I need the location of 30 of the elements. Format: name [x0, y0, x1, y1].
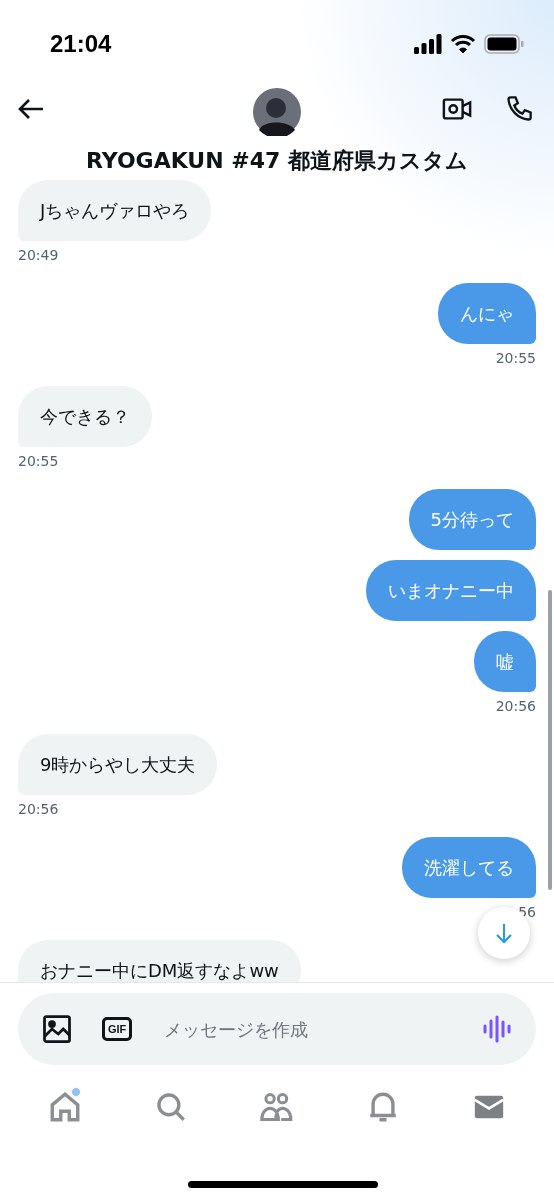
message-bubble: 9時からやし大丈夫 — [18, 734, 218, 795]
message-bubble: Jちゃんヴァロやろ — [18, 180, 212, 241]
message-bubble: おナニー中にDM返すなよww — [18, 940, 301, 982]
gif-button[interactable]: GIF — [102, 1017, 133, 1041]
image-button[interactable] — [42, 1014, 72, 1044]
message-bubble: いまオナニー中 — [366, 560, 536, 621]
people-icon — [259, 1090, 295, 1124]
message-bubble: 5分待って — [408, 489, 536, 550]
message-bubble: 嘘 — [474, 631, 536, 692]
scrollbar[interactable] — [548, 590, 552, 890]
message-bubble: んにゃ — [438, 283, 536, 344]
message-bubble: 今できる？ — [18, 386, 152, 447]
voice-button[interactable] — [482, 1014, 512, 1044]
wifi-icon — [450, 34, 476, 54]
conversation-title: RYOGAKUN #47 都道府県カスタム — [86, 147, 468, 175]
message-time: 20:56 — [18, 801, 59, 817]
message-time: 20:55 — [495, 350, 536, 366]
avatar[interactable] — [253, 88, 301, 136]
phone-button[interactable] — [504, 94, 534, 124]
signal-icon — [414, 34, 442, 54]
status-time: 21:04 — [50, 30, 112, 58]
message-time: 20:55 — [18, 453, 59, 469]
message-bubble: 洗濯してる — [402, 837, 536, 898]
search-icon — [154, 1090, 188, 1124]
message-time: 20:56 — [495, 698, 536, 714]
message-input[interactable]: メッセージを作成 — [162, 1017, 452, 1041]
home-icon — [48, 1090, 82, 1124]
message-time: 20:49 — [18, 247, 59, 263]
battery-icon — [484, 34, 524, 54]
down-arrow-icon — [494, 922, 514, 944]
